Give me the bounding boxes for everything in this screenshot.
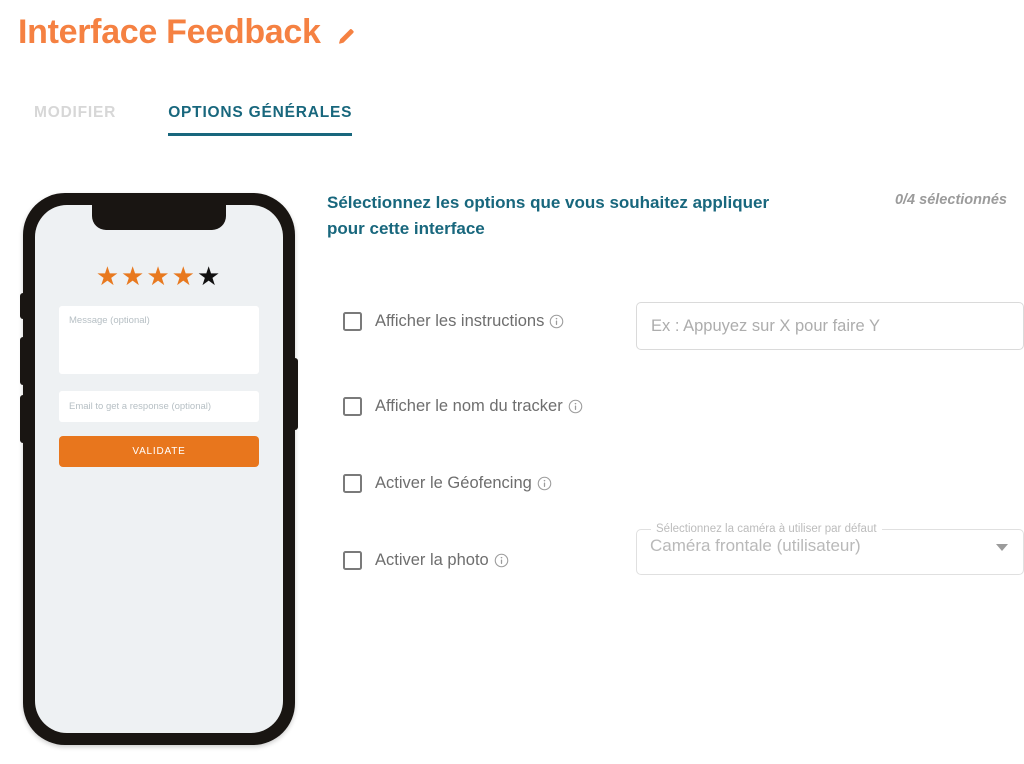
option-label-group-instructions[interactable]: Afficher les instructions [343, 310, 564, 337]
option-row-instructions: Afficher les instructions [343, 302, 1024, 395]
star-rating[interactable]: ★★★★★ [35, 263, 283, 289]
option-label-text-instructions: Afficher les instructions [375, 312, 545, 330]
option-label-tracker-name: Afficher le nom du tracker [375, 395, 583, 422]
checkbox-afficher-instructions[interactable] [343, 312, 362, 331]
phone-notch [92, 205, 226, 230]
star-icon-3[interactable]: ★ [146, 263, 171, 289]
option-label-text-geofencing: Activer le Géofencing [375, 474, 532, 492]
page-title: Interface Feedback [18, 13, 321, 51]
star-icon-2[interactable]: ★ [121, 263, 146, 289]
star-icon-4[interactable]: ★ [172, 263, 197, 289]
options-panel: Sélectionnez les options que vous souhai… [327, 190, 1024, 575]
option-label-geofencing: Activer le Géofencing [375, 472, 552, 499]
option-label-group-photo[interactable]: Activer la photo [343, 549, 509, 576]
page-root: Interface Feedback MODIFIER OPTIONS GÉNÉ… [0, 0, 1024, 764]
preview-validate-button[interactable]: VALIDATE [59, 436, 259, 467]
phone-mute-button [20, 293, 24, 319]
phone-volume-up-button [20, 337, 24, 385]
camera-select-label: Sélectionnez la caméra à utiliser par dé… [656, 523, 877, 535]
preview-email-field[interactable]: Email to get a response (optional) [59, 391, 259, 422]
option-label-photo: Activer la photo [375, 549, 509, 576]
star-icon-1[interactable]: ★ [96, 263, 121, 289]
checkbox-activer-photo[interactable] [343, 551, 362, 570]
phone-volume-down-button [20, 395, 24, 443]
tab-options-generales[interactable]: OPTIONS GÉNÉRALES [168, 104, 353, 136]
option-row-tracker-name: Afficher le nom du tracker [343, 395, 1023, 472]
page-header: Interface Feedback [18, 13, 357, 51]
option-label-group-geofencing[interactable]: Activer le Géofencing [343, 472, 552, 499]
option-row-photo: Activer la photo Sélectionnez la caméra … [343, 523, 1024, 626]
phone-screen: ★★★★★ Message (optional) Email to get a … [35, 205, 283, 733]
checkbox-activer-geofencing[interactable] [343, 474, 362, 493]
option-label-group-tracker-name[interactable]: Afficher le nom du tracker [343, 395, 583, 422]
tab-bar: MODIFIER OPTIONS GÉNÉRALES [34, 104, 353, 136]
chevron-down-icon[interactable] [996, 544, 1008, 551]
phone-power-button [294, 358, 298, 430]
checkbox-afficher-nom-tracker[interactable] [343, 397, 362, 416]
option-label-text-photo: Activer la photo [375, 551, 489, 569]
preview-message-field[interactable]: Message (optional) [59, 306, 259, 374]
tab-modifier[interactable]: MODIFIER [34, 104, 116, 136]
option-label-text-tracker-name: Afficher le nom du tracker [375, 397, 563, 415]
camera-select[interactable]: Sélectionnez la caméra à utiliser par dé… [636, 523, 1024, 575]
instructions-text-input[interactable] [636, 302, 1024, 350]
options-panel-header: Sélectionnez les options que vous souhai… [327, 190, 1007, 252]
info-icon-photo[interactable] [494, 552, 509, 576]
options-list: Afficher les instructions Afficher le no… [343, 302, 1024, 626]
selection-counter: 0/4 sélectionnés [894, 192, 1007, 208]
info-icon-instructions[interactable] [549, 313, 564, 337]
phone-preview: ★★★★★ Message (optional) Email to get a … [20, 193, 298, 745]
pencil-icon[interactable] [335, 19, 357, 47]
option-label-instructions: Afficher les instructions [375, 310, 564, 337]
star-icon-5[interactable]: ★ [197, 263, 222, 289]
info-icon-tracker-name[interactable] [568, 398, 583, 422]
info-icon-geofencing[interactable] [537, 475, 552, 499]
camera-select-value: Caméra frontale (utilisateur) [650, 536, 861, 555]
panel-heading: Sélectionnez les options que vous souhai… [327, 193, 770, 239]
